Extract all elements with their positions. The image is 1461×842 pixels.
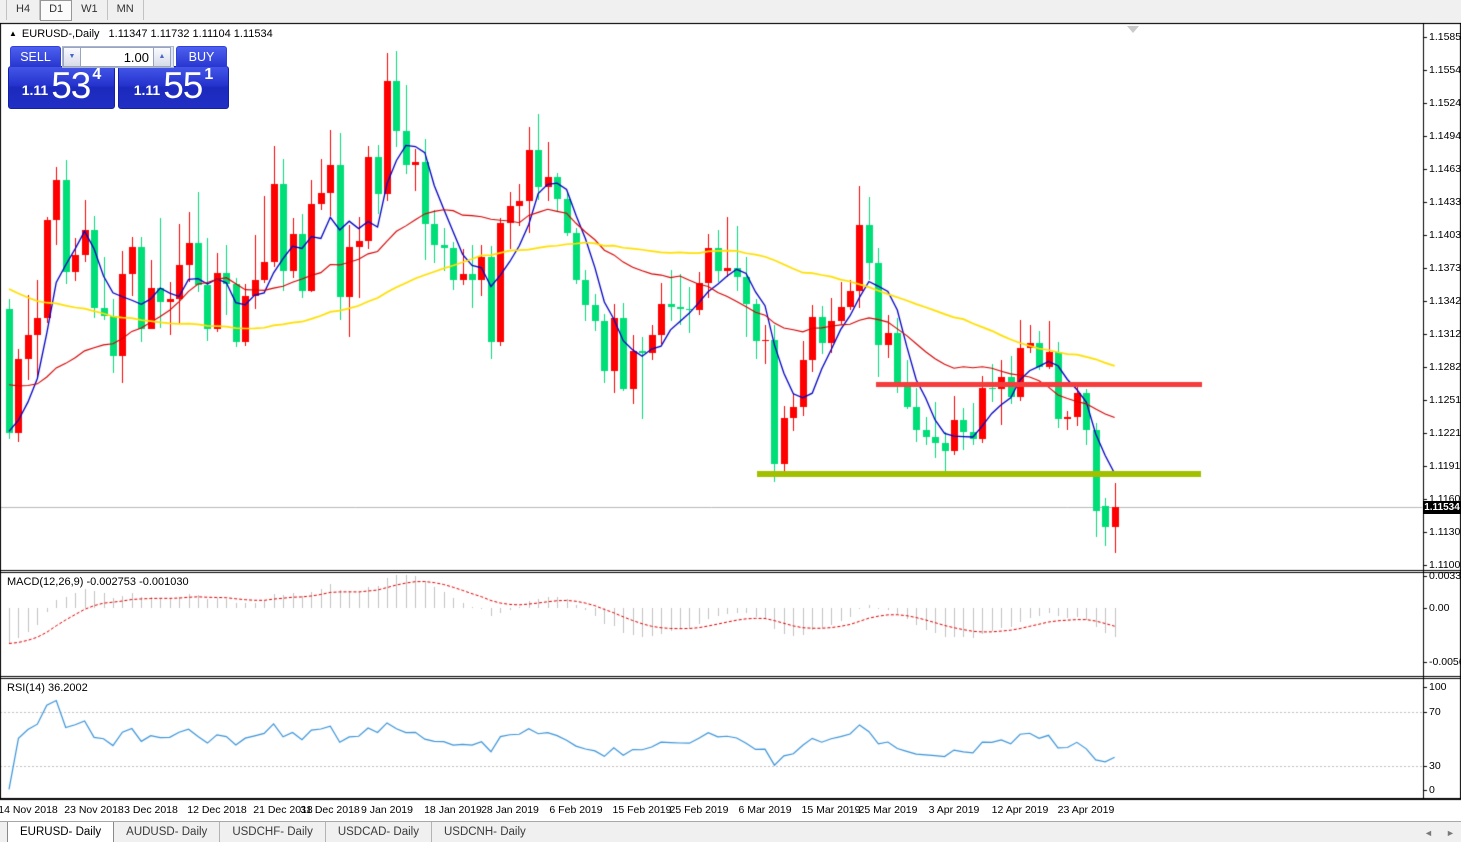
period-tab-h4[interactable]: H4 bbox=[6, 0, 40, 20]
volume-decrease-button[interactable]: ▼ bbox=[63, 47, 81, 67]
symbol-period-label: EURUSD-,Daily bbox=[22, 28, 100, 40]
time-axis-label: 3 Apr 2019 bbox=[929, 804, 980, 816]
ask-pipette: 1 bbox=[204, 66, 213, 84]
time-axis-label: 23 Apr 2019 bbox=[1058, 804, 1115, 816]
price-axis-label: 1.13730 bbox=[1429, 262, 1461, 274]
macd-axis-label: -0.005663 bbox=[1429, 656, 1461, 668]
price-axis-label: 1.12515 bbox=[1429, 394, 1461, 406]
price-axis-label: 1.13120 bbox=[1429, 328, 1461, 340]
volume-increase-button[interactable]: ▲ bbox=[153, 47, 171, 67]
trading-terminal-window: H4D1W1MN ▲ EURUSD-,Daily 1.11347 1.11732 1… bbox=[0, 0, 1461, 842]
rsi-indicator-label: RSI(14) 36.2002 bbox=[7, 682, 88, 694]
chart-tab-usdcnh[interactable]: USDCNH- Daily bbox=[431, 822, 538, 842]
volume-input[interactable] bbox=[81, 47, 153, 67]
scroll-to-end-icon[interactable] bbox=[1127, 26, 1139, 33]
macd-indicator-label: MACD(12,26,9) -0.002753 -0.001030 bbox=[7, 576, 189, 588]
time-axis-label: 6 Feb 2019 bbox=[549, 804, 602, 816]
bid-big-digits: 53 bbox=[51, 66, 90, 106]
price-axis-label: 1.12215 bbox=[1429, 427, 1461, 439]
sell-button[interactable]: SELL bbox=[10, 46, 61, 67]
rsi-axis-label: 70 bbox=[1429, 706, 1441, 718]
time-axis-label: 14 Nov 2018 bbox=[0, 804, 58, 816]
time-axis-label: 15 Mar 2019 bbox=[802, 804, 861, 816]
ask-prefix: 1.11 bbox=[134, 82, 160, 98]
period-tab-d1[interactable]: D1 bbox=[40, 0, 72, 21]
price-axis-label: 1.14940 bbox=[1429, 130, 1461, 142]
bid-pipette: 4 bbox=[92, 66, 101, 84]
time-axis-label: 18 Jan 2019 bbox=[424, 804, 482, 816]
time-axis-label: 9 Jan 2019 bbox=[361, 804, 413, 816]
time-axis-label: 25 Feb 2019 bbox=[670, 804, 729, 816]
time-axis-label: 12 Apr 2019 bbox=[992, 804, 1049, 816]
price-axis-label: 1.15545 bbox=[1429, 64, 1461, 76]
time-axis-label: 3 Dec 2018 bbox=[124, 804, 178, 816]
bid-prefix: 1.11 bbox=[22, 82, 48, 98]
price-axis-label: 1.11305 bbox=[1429, 526, 1461, 538]
price-axis-label: 1.14635 bbox=[1429, 163, 1461, 175]
rsi-axis-label: 100 bbox=[1429, 681, 1447, 693]
chart-tab-eurusd[interactable]: EURUSD- Daily bbox=[7, 822, 114, 842]
buy-price-button[interactable]: 1.11551 bbox=[118, 66, 229, 109]
time-axis-label: 25 Mar 2019 bbox=[859, 804, 918, 816]
chart-tabs-bar: EURUSD- DailyAUDUSD- DailyUSDCHF- DailyU… bbox=[0, 821, 1461, 842]
time-axis-label: 12 Dec 2018 bbox=[187, 804, 247, 816]
ask-big-digits: 55 bbox=[163, 66, 202, 106]
macd-axis-label: 0.003383 bbox=[1429, 570, 1461, 582]
rsi-axis-label: 0 bbox=[1429, 784, 1435, 796]
price-axis-label: 1.15245 bbox=[1429, 97, 1461, 109]
price-chart-canvas[interactable] bbox=[0, 0, 1461, 842]
time-axis-label: 6 Mar 2019 bbox=[738, 804, 791, 816]
price-axis-label: 1.15850 bbox=[1429, 31, 1461, 43]
time-axis-label: 28 Jan 2019 bbox=[481, 804, 539, 816]
collapse-triangle-icon[interactable]: ▲ bbox=[9, 29, 17, 38]
price-axis-label: 1.14335 bbox=[1429, 196, 1461, 208]
time-axis-label: 31 Dec 2018 bbox=[300, 804, 360, 816]
chart-tab-usdcad[interactable]: USDCAD- Daily bbox=[325, 822, 431, 842]
price-axis-label: 1.14030 bbox=[1429, 229, 1461, 241]
current-price-tag: 1.11534 bbox=[1423, 501, 1461, 514]
rsi-axis-label: 30 bbox=[1429, 760, 1441, 772]
chart-legend: ▲ EURUSD-,Daily 1.11347 1.11732 1.11104 1.… bbox=[9, 28, 273, 40]
period-toolbar: H4D1W1MN bbox=[0, 0, 1461, 23]
price-axis-label: 1.11910 bbox=[1429, 460, 1461, 472]
sell-price-button[interactable]: 1.11534 bbox=[8, 66, 115, 109]
buy-button[interactable]: BUY bbox=[176, 46, 227, 67]
time-axis-label: 15 Feb 2019 bbox=[613, 804, 672, 816]
chart-tab-audusd[interactable]: AUDUSD- Daily bbox=[114, 822, 219, 842]
price-axis-label: 1.13425 bbox=[1429, 295, 1461, 307]
volume-control: ▼ ▲ bbox=[62, 46, 174, 68]
time-axis-label: 23 Nov 2018 bbox=[64, 804, 124, 816]
ohlc-values: 1.11347 1.11732 1.11104 1.11534 bbox=[109, 28, 273, 40]
period-tab-mn[interactable]: MN bbox=[108, 0, 144, 20]
tabs-scroll-right-icon[interactable]: ► bbox=[1446, 828, 1455, 838]
chart-tab-usdchf[interactable]: USDCHF- Daily bbox=[219, 822, 325, 842]
period-tab-w1[interactable]: W1 bbox=[72, 0, 108, 20]
price-axis-label: 1.12820 bbox=[1429, 361, 1461, 373]
one-click-trade-panel: 1.11534 1.11551 SELL BUY ▼ ▲ bbox=[8, 46, 229, 110]
macd-axis-label: 0.00 bbox=[1429, 602, 1449, 614]
tabs-scroll-left-icon[interactable]: ◄ bbox=[1424, 828, 1433, 838]
